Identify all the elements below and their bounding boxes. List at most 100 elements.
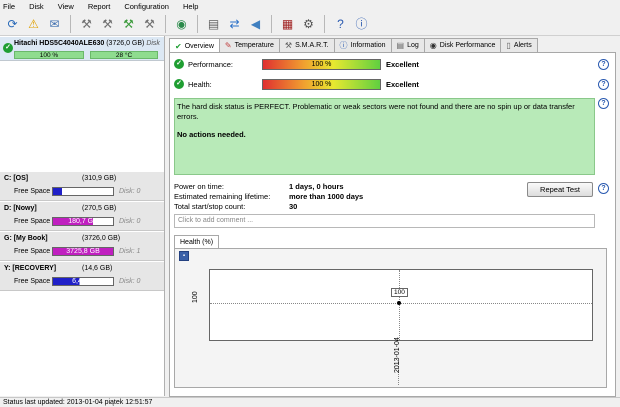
menu-report[interactable]: Report <box>88 2 111 11</box>
power-on-value: 1 days, 0 hours <box>289 182 344 191</box>
disk-size: (3726,0 GB) <box>106 40 145 47</box>
disk-model: Hitachi HDS5C4040ALE630 <box>14 40 105 47</box>
help-icon[interactable]: ? <box>598 59 609 70</box>
disk-list-panel: ✓ Hitachi HDS5C4040ALE630 (3726,0 GB) Di… <box>0 36 165 396</box>
tab-disk-performance[interactable]: ◉ Disk Performance <box>423 38 502 52</box>
volume-item[interactable]: D: [Nowy] (270,5 GB) Free Space 180,7 GB… <box>0 202 164 231</box>
tab-temperature[interactable]: ✎ Temperature <box>218 38 280 52</box>
tab-smart[interactable]: ⚒ S.M.A.R.T. <box>278 38 335 52</box>
disk-tool-icon[interactable]: ⚒ <box>99 15 116 32</box>
tab-log[interactable]: ▤ Log <box>390 38 425 52</box>
menu-configuration[interactable]: Configuration <box>124 2 169 11</box>
health-label: Health: <box>188 80 212 89</box>
free-space-value: 47,8 GB <box>70 188 96 195</box>
performance-bar: 100 % <box>262 59 381 70</box>
start-stop-label: Total start/stop count: <box>174 202 246 211</box>
volume-disk-index: Disk: 0 <box>119 218 141 225</box>
toolbar-separator <box>70 14 71 33</box>
volume-disk-index: Disk: 0 <box>119 278 141 285</box>
tab-health-chart[interactable]: Health (%) <box>174 235 220 249</box>
free-space-bar: 3725,8 GB <box>52 247 114 256</box>
disk-tool-icon[interactable]: ⚒ <box>120 15 137 32</box>
tab-label: Log <box>407 42 419 49</box>
menu-disk[interactable]: Disk <box>29 2 44 11</box>
help-icon[interactable]: ? <box>598 79 609 90</box>
data-point-label: 100 <box>391 288 408 297</box>
disk-suffix: Disk <box>146 40 160 47</box>
toolbar-separator <box>197 14 198 33</box>
actions-message: No actions needed. <box>177 130 246 139</box>
start-stop-value: 30 <box>289 202 298 211</box>
gridline-vertical <box>399 270 400 340</box>
menu-bar: File Disk View Report Configuration Help <box>0 0 620 12</box>
toolbar: ⟳ ⚠ ✉ ⚒ ⚒ ⚒ ⚒ ◉ ▤ ⇄ ◀ ▦ ⚙ ? ⓘ <box>0 12 620 36</box>
remaining-lifetime-label: Estimated remaining lifetime: <box>174 192 271 201</box>
warning-icon[interactable]: ⚠ <box>25 15 42 32</box>
tab-information[interactable]: ⓘ Information <box>333 38 392 52</box>
tab-label: Disk Performance <box>439 42 496 49</box>
email-icon[interactable]: ✉ <box>46 15 63 32</box>
thermometer-icon: ✎ <box>224 41 232 50</box>
volume-disk-index: Disk: 1 <box>119 248 141 255</box>
disk-item[interactable]: ✓ Hitachi HDS5C4040ALE630 (3726,0 GB) Di… <box>0 37 164 61</box>
repeat-test-button[interactable]: Repeat Test <box>527 182 593 197</box>
help-icon[interactable]: ? <box>598 183 609 194</box>
volume-disk-index: Disk: 0 <box>119 188 141 195</box>
log-icon: ▤ <box>396 41 405 50</box>
info-icon[interactable]: ⓘ <box>353 15 370 32</box>
refresh-blue-icon[interactable]: ⇄ <box>226 15 243 32</box>
tab-alerts[interactable]: ▯ Alerts <box>500 38 538 52</box>
disk-tool-icon[interactable]: ⚒ <box>78 15 95 32</box>
volume-item[interactable]: G: [My Book] (3726,0 GB) Free Space 3725… <box>0 232 164 261</box>
tab-label: S.M.A.R.T. <box>295 42 329 49</box>
menu-file[interactable]: File <box>3 2 15 11</box>
volume-name: D: [Nowy] <box>4 205 37 212</box>
menu-help[interactable]: Help <box>183 2 198 11</box>
power-on-label: Power on time: <box>174 182 225 191</box>
menu-view[interactable]: View <box>58 2 74 11</box>
volume-size: (14,6 GB) <box>82 265 113 272</box>
tab-overview[interactable]: ✔ Overview <box>169 38 220 53</box>
disk-tool-icon[interactable]: ⚒ <box>141 15 158 32</box>
toolbar-separator <box>271 14 272 33</box>
gridline-horizontal <box>210 303 592 304</box>
volume-name: C: [OS] <box>4 175 29 182</box>
status-ok-icon: ✓ <box>3 43 13 53</box>
refresh-icon[interactable]: ⟳ <box>4 15 21 32</box>
speaker-icon[interactable]: ◀ <box>247 15 264 32</box>
status-bar: Status last updated: 2013-01-04 piątek 1… <box>0 397 620 407</box>
help-icon[interactable]: ? <box>598 98 609 109</box>
alert-icon: ▯ <box>506 41 511 50</box>
free-space-bar: 47,8 GB <box>52 187 114 196</box>
report-icon[interactable]: ▤ <box>205 15 222 32</box>
health-text: Excellent <box>386 80 419 89</box>
performance-text: Excellent <box>386 60 419 69</box>
performance-label: Performance: <box>188 60 234 69</box>
free-space-value: 6,4 GB <box>72 278 94 285</box>
health-bar: 100 % <box>262 79 381 90</box>
main-tabs: ✔ Overview ✎ Temperature ⚒ S.M.A.R.T. ⓘ Info… <box>169 38 538 53</box>
tab-label: Alerts <box>513 42 532 49</box>
settings-icon[interactable]: ⚙ <box>300 15 317 32</box>
volume-name: Y: [RECOVERY] <box>4 265 57 272</box>
save-icon[interactable]: ▪ <box>179 251 189 261</box>
status-message-box: The hard disk status is PERFECT. Problem… <box>174 98 595 175</box>
x-tick-label: 2013-01-04 <box>394 337 401 373</box>
free-space-label: Free Space <box>14 218 51 225</box>
volume-item[interactable]: Y: [RECOVERY] (14,6 GB) Free Space 6,4 G… <box>0 262 164 291</box>
disk-health-bar: 100 % <box>14 51 84 59</box>
help-icon[interactable]: ? <box>332 15 349 32</box>
comment-field[interactable]: Click to add comment ... <box>174 214 595 228</box>
toolbar-separator <box>165 14 166 33</box>
chart-icon[interactable]: ▦ <box>279 15 296 32</box>
performance-icon: ◉ <box>429 41 437 50</box>
volume-item[interactable]: C: [OS] (310,9 GB) Free Space 47,8 GB Di… <box>0 172 164 201</box>
info-icon: ⓘ <box>339 41 348 50</box>
status-ok-icon: ✓ <box>174 59 184 69</box>
globe-icon[interactable]: ◉ <box>173 15 190 32</box>
status-ok-icon: ✓ <box>174 79 184 89</box>
volume-size: (3726,0 GB) <box>82 235 121 242</box>
free-space-label: Free Space <box>14 278 51 285</box>
volume-size: (310,9 GB) <box>82 175 117 182</box>
y-tick-label: 100 <box>192 291 199 303</box>
